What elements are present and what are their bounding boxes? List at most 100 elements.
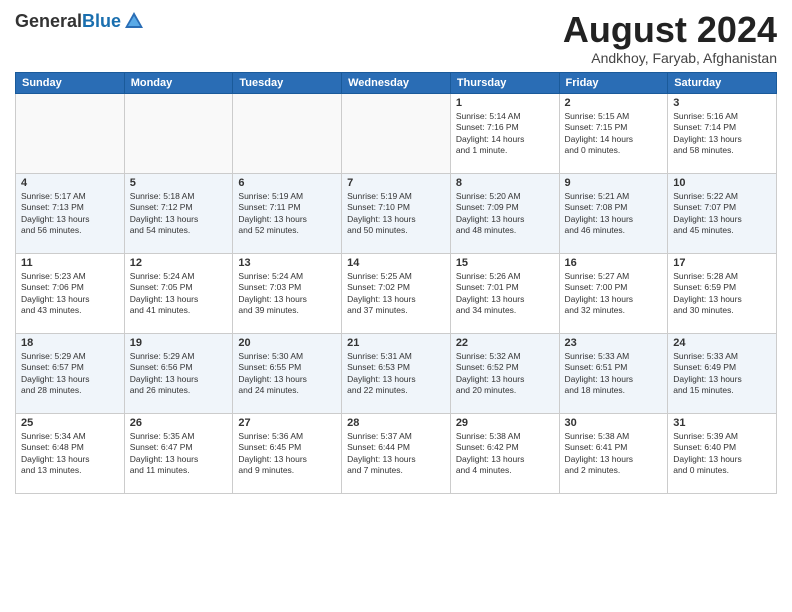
day-number: 29	[456, 417, 554, 429]
day-number: 22	[456, 337, 554, 349]
day-info: Sunrise: 5:34 AMSunset: 6:48 PMDaylight:…	[21, 431, 119, 477]
header-thursday: Thursday	[450, 72, 559, 93]
day-number: 2	[565, 97, 663, 109]
day-cell: 22 Sunrise: 5:32 AMSunset: 6:52 PMDayligh…	[450, 333, 559, 413]
day-cell: 21 Sunrise: 5:31 AMSunset: 6:53 PMDayligh…	[342, 333, 451, 413]
day-cell: 15 Sunrise: 5:26 AMSunset: 7:01 PMDayligh…	[450, 253, 559, 333]
day-cell: 20Sunrise: 5:30 AMSunset: 6:55 PMDayligh…	[233, 333, 342, 413]
day-cell	[233, 93, 342, 173]
header-sunday: Sunday	[16, 72, 125, 93]
day-info: Sunrise: 5:15 AMSunset: 7:15 PMDaylight:…	[565, 111, 663, 157]
day-cell: 25 Sunrise: 5:34 AMSunset: 6:48 PMDayligh…	[16, 413, 125, 493]
day-number: 28	[347, 417, 445, 429]
day-cell: 13 Sunrise: 5:24 AMSunset: 7:03 PMDayligh…	[233, 253, 342, 333]
day-number: 3	[673, 97, 771, 109]
day-number: 4	[21, 177, 119, 189]
day-info: Sunrise: 5:26 AMSunset: 7:01 PMDaylight:…	[456, 271, 554, 317]
day-info: Sunrise: 5:33 AMSunset: 6:51 PMDaylight:…	[565, 351, 663, 397]
day-cell: 9 Sunrise: 5:21 AMSunset: 7:08 PMDaylight…	[559, 173, 668, 253]
day-cell: 7Sunrise: 5:19 AMSunset: 7:10 PMDaylight…	[342, 173, 451, 253]
day-number: 24	[673, 337, 771, 349]
day-cell: 4 Sunrise: 5:17 AMSunset: 7:13 PMDaylight…	[16, 173, 125, 253]
week-row-4: 18Sunrise: 5:29 AMSunset: 6:57 PMDayligh…	[16, 333, 777, 413]
day-cell: 10 Sunrise: 5:22 AMSunset: 7:07 PMDayligh…	[668, 173, 777, 253]
day-number: 21	[347, 337, 445, 349]
day-number: 23	[565, 337, 663, 349]
week-row-2: 4 Sunrise: 5:17 AMSunset: 7:13 PMDaylight…	[16, 173, 777, 253]
day-number: 15	[456, 257, 554, 269]
day-info: Sunrise: 5:29 AMSunset: 6:57 PMDaylight:…	[21, 351, 119, 397]
day-info: Sunrise: 5:18 AMSunset: 7:12 PMDaylight:…	[130, 191, 228, 237]
day-cell: 6 Sunrise: 5:19 AMSunset: 7:11 PMDaylight…	[233, 173, 342, 253]
day-number: 5	[130, 177, 228, 189]
day-info: Sunrise: 5:19 AMSunset: 7:11 PMDaylight:…	[238, 191, 336, 237]
day-info: Sunrise: 5:39 AMSunset: 6:40 PMDaylight:…	[673, 431, 771, 477]
day-number: 14	[347, 257, 445, 269]
day-cell: 11 Sunrise: 5:23 AMSunset: 7:06 PMDayligh…	[16, 253, 125, 333]
day-number: 27	[238, 417, 336, 429]
header-tuesday: Tuesday	[233, 72, 342, 93]
day-cell	[124, 93, 233, 173]
day-cell: 24 Sunrise: 5:33 AMSunset: 6:49 PMDayligh…	[668, 333, 777, 413]
day-info: Sunrise: 5:20 AMSunset: 7:09 PMDaylight:…	[456, 191, 554, 237]
day-cell: 19 Sunrise: 5:29 AMSunset: 6:56 PMDayligh…	[124, 333, 233, 413]
day-number: 25	[21, 417, 119, 429]
day-info: Sunrise: 5:22 AMSunset: 7:07 PMDaylight:…	[673, 191, 771, 237]
day-cell: 3 Sunrise: 5:16 AMSunset: 7:14 PMDaylight…	[668, 93, 777, 173]
day-info: Sunrise: 5:27 AMSunset: 7:00 PMDaylight:…	[565, 271, 663, 317]
day-number: 26	[130, 417, 228, 429]
day-number: 19	[130, 337, 228, 349]
day-cell: 31Sunrise: 5:39 AMSunset: 6:40 PMDayligh…	[668, 413, 777, 493]
day-cell: 16 Sunrise: 5:27 AMSunset: 7:00 PMDayligh…	[559, 253, 668, 333]
day-number: 17	[673, 257, 771, 269]
day-cell: 26Sunrise: 5:35 AMSunset: 6:47 PMDayligh…	[124, 413, 233, 493]
day-cell: 29 Sunrise: 5:38 AMSunset: 6:42 PMDayligh…	[450, 413, 559, 493]
day-info: Sunrise: 5:37 AMSunset: 6:44 PMDaylight:…	[347, 431, 445, 477]
day-cell: 28 Sunrise: 5:37 AMSunset: 6:44 PMDayligh…	[342, 413, 451, 493]
day-cell: 27Sunrise: 5:36 AMSunset: 6:45 PMDayligh…	[233, 413, 342, 493]
day-info: Sunrise: 5:38 AMSunset: 6:42 PMDaylight:…	[456, 431, 554, 477]
header-wednesday: Wednesday	[342, 72, 451, 93]
day-number: 10	[673, 177, 771, 189]
day-cell: 2 Sunrise: 5:15 AMSunset: 7:15 PMDaylight…	[559, 93, 668, 173]
week-row-5: 25 Sunrise: 5:34 AMSunset: 6:48 PMDayligh…	[16, 413, 777, 493]
day-info: Sunrise: 5:33 AMSunset: 6:49 PMDaylight:…	[673, 351, 771, 397]
day-info: Sunrise: 5:31 AMSunset: 6:53 PMDaylight:…	[347, 351, 445, 397]
day-info: Sunrise: 5:23 AMSunset: 7:06 PMDaylight:…	[21, 271, 119, 317]
day-info: Sunrise: 5:24 AMSunset: 7:03 PMDaylight:…	[238, 271, 336, 317]
day-cell: 5 Sunrise: 5:18 AMSunset: 7:12 PMDaylight…	[124, 173, 233, 253]
location: Andkhoy, Faryab, Afghanistan	[563, 50, 777, 66]
calendar: SundayMondayTuesdayWednesdayThursdayFrid…	[15, 72, 777, 494]
week-row-1: 1 Sunrise: 5:14 AMSunset: 7:16 PMDaylight…	[16, 93, 777, 173]
week-row-3: 11 Sunrise: 5:23 AMSunset: 7:06 PMDayligh…	[16, 253, 777, 333]
day-info: Sunrise: 5:17 AMSunset: 7:13 PMDaylight:…	[21, 191, 119, 237]
day-number: 16	[565, 257, 663, 269]
day-cell: 18Sunrise: 5:29 AMSunset: 6:57 PMDayligh…	[16, 333, 125, 413]
day-info: Sunrise: 5:14 AMSunset: 7:16 PMDaylight:…	[456, 111, 554, 157]
day-number: 1	[456, 97, 554, 109]
day-number: 30	[565, 417, 663, 429]
day-number: 9	[565, 177, 663, 189]
header-saturday: Saturday	[668, 72, 777, 93]
header-friday: Friday	[559, 72, 668, 93]
day-info: Sunrise: 5:24 AMSunset: 7:05 PMDaylight:…	[130, 271, 228, 317]
day-cell: 12 Sunrise: 5:24 AMSunset: 7:05 PMDayligh…	[124, 253, 233, 333]
day-cell	[16, 93, 125, 173]
month-year: August 2024	[563, 10, 777, 50]
day-info: Sunrise: 5:16 AMSunset: 7:14 PMDaylight:…	[673, 111, 771, 157]
day-cell: 1 Sunrise: 5:14 AMSunset: 7:16 PMDaylight…	[450, 93, 559, 173]
day-number: 13	[238, 257, 336, 269]
calendar-header-row: SundayMondayTuesdayWednesdayThursdayFrid…	[16, 72, 777, 93]
day-cell: 8 Sunrise: 5:20 AMSunset: 7:09 PMDaylight…	[450, 173, 559, 253]
day-number: 8	[456, 177, 554, 189]
day-number: 12	[130, 257, 228, 269]
day-number: 11	[21, 257, 119, 269]
day-info: Sunrise: 5:21 AMSunset: 7:08 PMDaylight:…	[565, 191, 663, 237]
day-cell	[342, 93, 451, 173]
day-cell: 30Sunrise: 5:38 AMSunset: 6:41 PMDayligh…	[559, 413, 668, 493]
logo: GeneralBlue	[15, 10, 145, 32]
day-number: 6	[238, 177, 336, 189]
day-info: Sunrise: 5:29 AMSunset: 6:56 PMDaylight:…	[130, 351, 228, 397]
day-cell: 23 Sunrise: 5:33 AMSunset: 6:51 PMDayligh…	[559, 333, 668, 413]
day-info: Sunrise: 5:32 AMSunset: 6:52 PMDaylight:…	[456, 351, 554, 397]
